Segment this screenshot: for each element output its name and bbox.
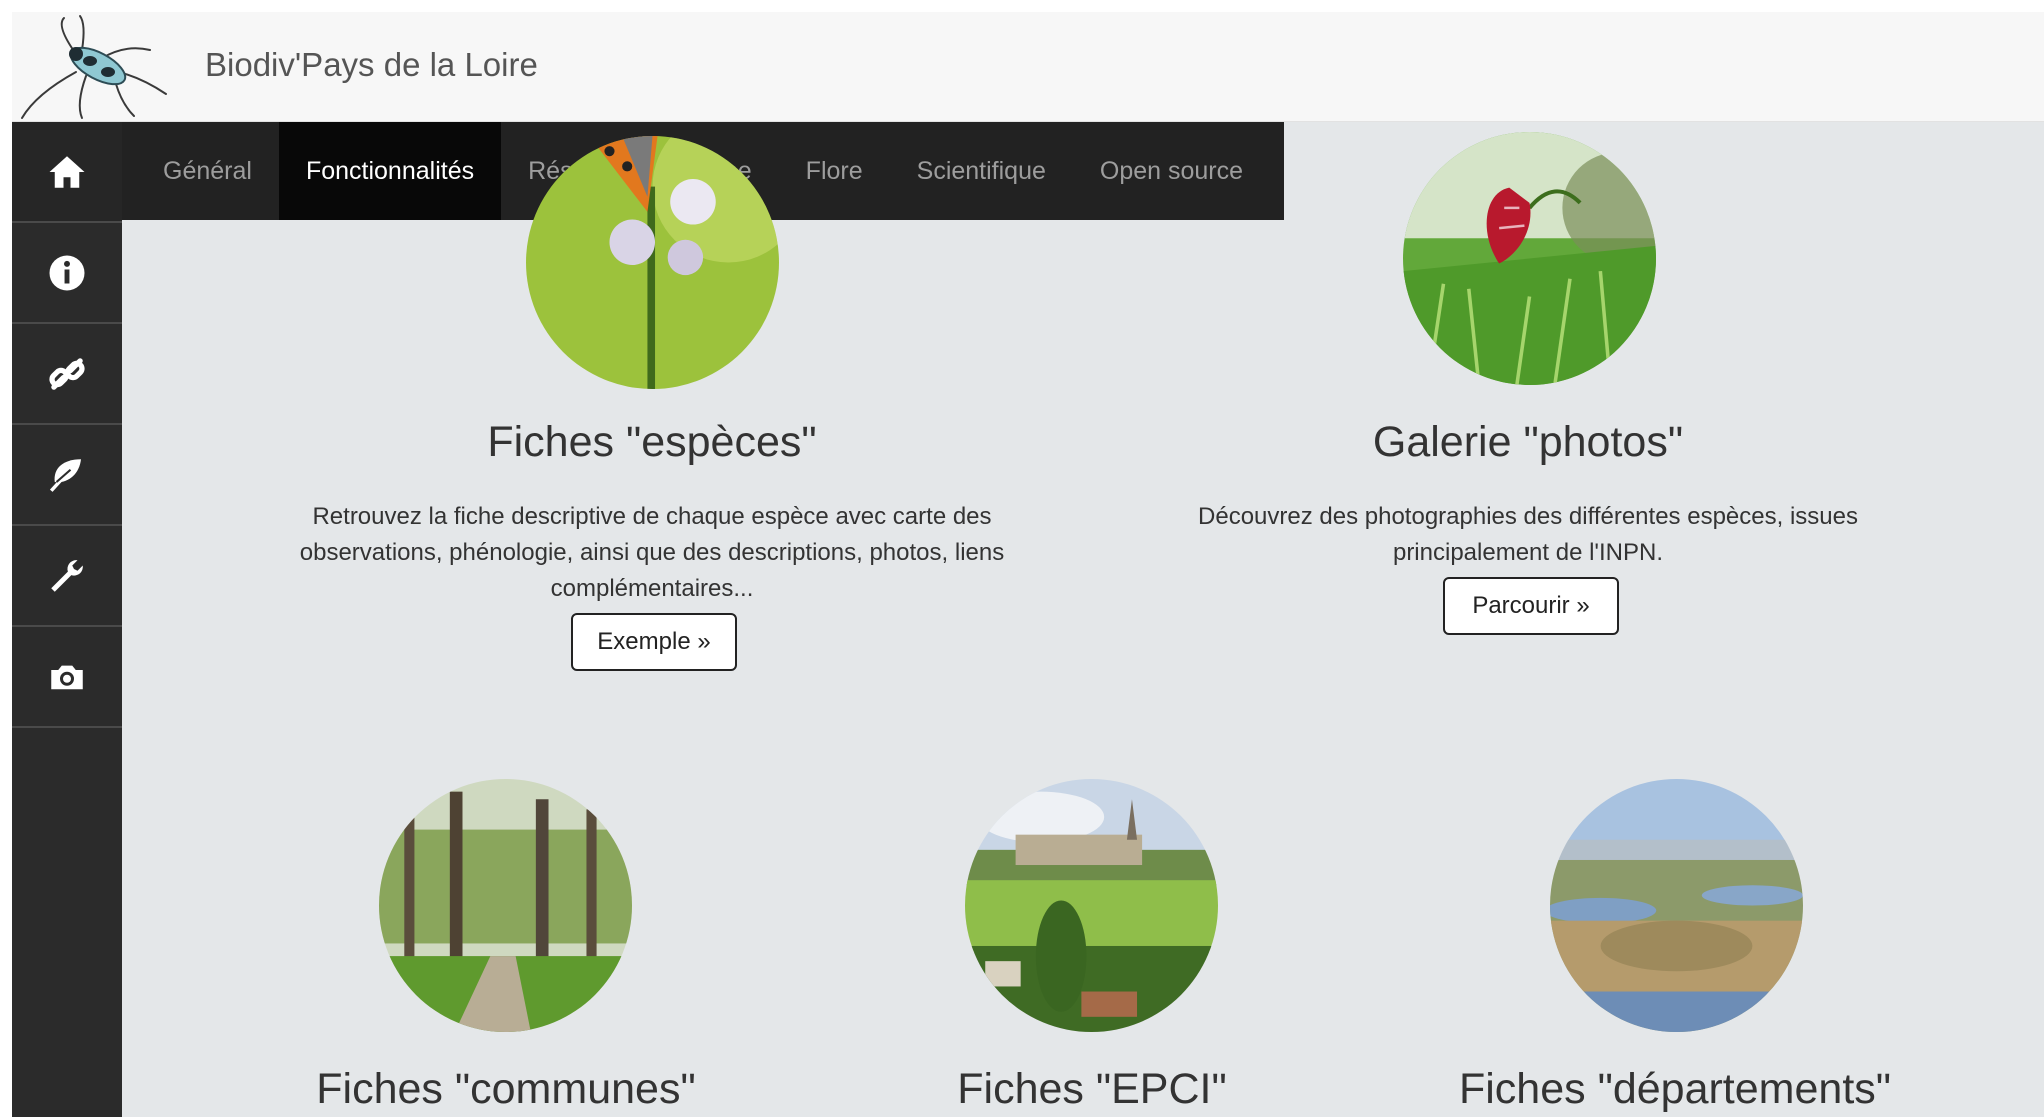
- wrench-icon: [51, 559, 83, 592]
- beetle-icon[interactable]: [16, 14, 176, 122]
- camera-icon: [51, 665, 83, 689]
- butterfly-photo: [526, 136, 779, 389]
- sidebar-item-info[interactable]: [12, 223, 122, 324]
- fiches-communes-title: Fiches "communes": [316, 1065, 696, 1113]
- leaf-icon: [49, 458, 81, 492]
- galerie-photos-description: Découvrez des photographies des différen…: [1198, 503, 1858, 566]
- fritillary-photo: [1403, 132, 1656, 385]
- page-frame: Biodiv'Pays de la Loire Général Fonction…: [12, 12, 2044, 1117]
- parcourir-button[interactable]: Parcourir »: [1443, 577, 1619, 635]
- site-header: Biodiv'Pays de la Loire: [12, 12, 2044, 122]
- fiches-especes-description: Retrouvez la fiche descriptive de chaque…: [299, 503, 1005, 602]
- fiches-especes-title: Fiches "espèces": [487, 418, 817, 466]
- tab-general[interactable]: Général: [136, 122, 279, 220]
- tab-scientifique[interactable]: Scientifique: [890, 122, 1073, 220]
- tab-fonctionnalites[interactable]: Fonctionnalités: [278, 122, 502, 220]
- fiches-departements-title: Fiches "départements": [1458, 1065, 1892, 1113]
- river-landscape-photo: [1550, 779, 1803, 1032]
- sidebar-item-tools[interactable]: [12, 526, 122, 627]
- sidebar: [12, 122, 122, 1117]
- home-icon: [49, 155, 85, 188]
- info-icon: [49, 255, 85, 290]
- fiches-epci-title: Fiches "EPCI": [957, 1065, 1227, 1113]
- sidebar-item-link[interactable]: [12, 324, 122, 425]
- trees-path-photo: [379, 779, 632, 1032]
- exemple-button[interactable]: Exemple »: [571, 613, 737, 671]
- tab-flore[interactable]: Flore: [779, 122, 890, 220]
- tab-open-source[interactable]: Open source: [1073, 122, 1270, 220]
- sidebar-item-photos[interactable]: [12, 627, 122, 728]
- link-icon: [49, 357, 85, 390]
- village-photo: [965, 779, 1218, 1032]
- galerie-photos-title: Galerie "photos": [1372, 418, 1684, 466]
- site-title[interactable]: Biodiv'Pays de la Loire: [205, 46, 538, 84]
- sidebar-item-leaf[interactable]: [12, 425, 122, 526]
- sidebar-item-home[interactable]: [12, 122, 122, 223]
